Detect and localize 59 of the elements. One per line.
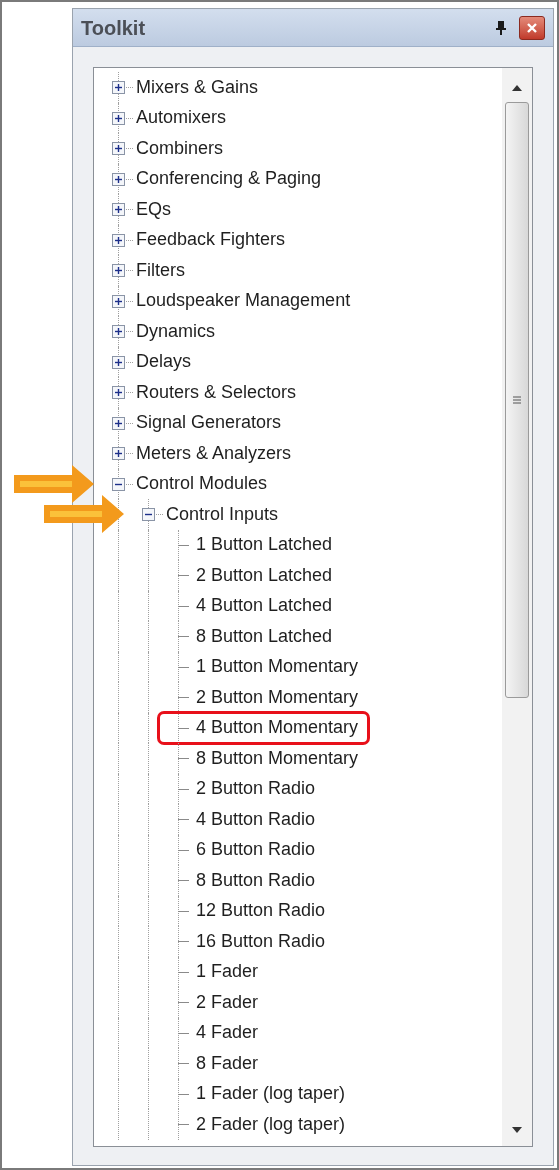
scroll-up-icon[interactable] [511, 84, 523, 92]
collapse-icon[interactable] [142, 508, 155, 521]
scroll-down-icon[interactable] [511, 1126, 523, 1134]
tree-item[interactable]: Mixers & Gains [136, 76, 259, 97]
close-button[interactable] [519, 15, 545, 40]
expand-icon[interactable] [112, 294, 125, 308]
tree-item[interactable]: Automixers [136, 107, 227, 128]
expand-icon[interactable] [112, 172, 125, 186]
tree-item[interactable]: 2 Button Radio [196, 778, 316, 799]
expand-icon[interactable] [112, 416, 125, 430]
tree-item[interactable]: Signal Generators [136, 412, 282, 433]
expand-icon[interactable] [112, 447, 125, 460]
expand-icon[interactable] [112, 111, 125, 125]
tree-item[interactable]: 4 Button Radio [196, 808, 316, 829]
tree-item[interactable]: 8 Button Momentary [196, 747, 359, 768]
tree-item[interactable]: 1 Fader (log taper) [196, 1083, 346, 1104]
expand-icon[interactable] [112, 325, 125, 338]
tree-item[interactable]: 2 Fader [196, 991, 259, 1012]
tree-item[interactable]: 16 Button Radio [196, 930, 326, 951]
tree-item[interactable]: 2 Button Latched [196, 564, 333, 585]
tree-item[interactable]: 4 Button Momentary [196, 717, 359, 738]
tree-item[interactable]: 1 Button Momentary [196, 656, 359, 677]
tree-item[interactable]: Loudspeaker Management [136, 290, 351, 311]
tree-item[interactable]: 8 Fader [196, 1052, 259, 1073]
tree-item[interactable]: 6 Button Radio [196, 839, 316, 860]
tree-item[interactable]: 2 Button Momentary [196, 686, 359, 707]
collapse-icon[interactable] [112, 477, 125, 491]
tree-item[interactable]: Meters & Analyzers [136, 442, 292, 463]
tree-item[interactable]: Control Modules [136, 473, 268, 494]
expand-icon[interactable] [112, 233, 125, 247]
close-icon [526, 21, 538, 34]
tree-item[interactable]: Feedback Fighters [136, 229, 286, 250]
expand-icon[interactable] [112, 355, 125, 369]
scrollbar[interactable] [502, 68, 532, 1146]
expand-icon[interactable] [112, 203, 125, 216]
expand-icon[interactable] [112, 81, 125, 94]
tree-item[interactable]: 8 Button Radio [196, 869, 316, 890]
tree-item[interactable]: 4 Fader [196, 1022, 259, 1043]
expand-icon[interactable] [112, 142, 125, 155]
tree-item[interactable]: Conferencing & Paging [136, 168, 322, 189]
tree-item[interactable]: EQs [136, 198, 171, 219]
tree-item[interactable]: Combiners [136, 137, 224, 158]
tree-item[interactable]: 12 Button Radio [196, 900, 326, 921]
tree-item[interactable]: 1 Button Latched [196, 534, 333, 555]
tree-item[interactable]: 8 Button Latched [196, 625, 333, 646]
scrollbar-thumb[interactable] [505, 102, 529, 698]
tree-item[interactable]: 2 Fader (log taper) [196, 1113, 346, 1134]
tree-item[interactable]: Delays [136, 351, 192, 372]
tree-item[interactable]: Filters [136, 259, 185, 280]
tree-item[interactable]: Routers & Selectors [136, 381, 297, 402]
tree-item[interactable]: Control Inputs [166, 503, 279, 524]
tree-item[interactable]: Dynamics [136, 320, 215, 341]
expand-icon[interactable] [112, 264, 125, 277]
tree-item[interactable]: 4 Button Latched [196, 595, 333, 616]
tree-item[interactable]: 1 Fader [196, 961, 259, 982]
expand-icon[interactable] [112, 386, 125, 399]
grip-icon [512, 396, 522, 404]
panel-title: Toolkit [81, 15, 146, 41]
pin-icon[interactable] [495, 19, 507, 36]
